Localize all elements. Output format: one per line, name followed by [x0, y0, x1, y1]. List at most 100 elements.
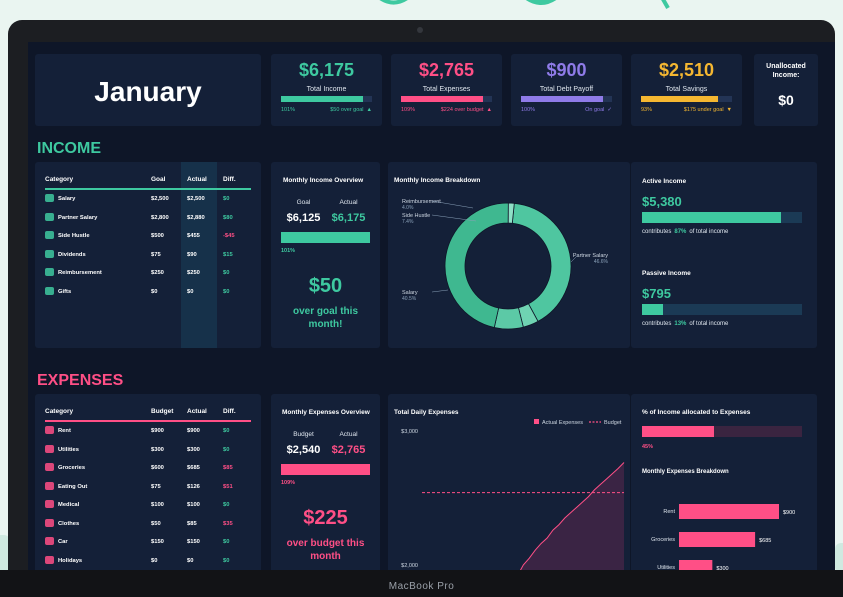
row-actual: $90 [187, 251, 197, 258]
table-header-cell: Category [45, 176, 74, 183]
month-card: January [35, 54, 261, 126]
income-donut-chart: Reimbursement4.0%Side Hustle7.4%Salary40… [402, 199, 609, 330]
row-goal: $2,500 [151, 196, 169, 202]
device-label: MacBook Pro [388, 581, 455, 592]
income-actual-label: Actual [339, 199, 358, 206]
expenses-breakdown-title: Monthly Expenses Breakdown [642, 469, 729, 475]
top-decoration [379, 0, 670, 9]
row-category: Eating Out [58, 483, 88, 490]
home-icon [45, 426, 54, 434]
income-over-text: over goal this month! [292, 306, 358, 330]
row-category: Utilities [58, 446, 79, 453]
table-row: Rent $900 $900 $0 [45, 424, 251, 438]
month-title: January [94, 76, 202, 107]
row-diff: $35 [223, 520, 233, 527]
expenses-table: Category Budget Actual Diff. Rent $900 $900 $0 U… [45, 404, 251, 590]
table-row: Groceries $600 $685 $85 [45, 461, 251, 475]
income-section-title: INCOME [37, 140, 101, 157]
receipt-icon [45, 268, 54, 276]
table-header-cell: Budget [151, 408, 174, 415]
camera-icon [417, 27, 423, 33]
breakdown-value-label: $685 [759, 538, 771, 544]
table-header-cell: Actual [187, 176, 207, 183]
breakdown-category-label: Groceries [651, 537, 675, 543]
expenses-overview-title: Monthly Expenses Overview [282, 409, 370, 416]
row-actual: $455 [187, 233, 200, 239]
table-header: Category Budget Actual Diff. [45, 404, 251, 420]
breakdown-value-label: $900 [783, 510, 795, 516]
row-category: Gifts [58, 288, 72, 295]
table-header: Category Goal Actual Diff. [45, 172, 251, 188]
active-income-bar [642, 212, 802, 223]
kpi-progress-fill [401, 96, 483, 102]
dashboard-screen: January $6,175 Total Income 101% $50 over g… [28, 42, 835, 590]
row-diff: $0 [223, 502, 230, 508]
row-category: Partner Salary [58, 214, 98, 221]
row-budget: $100 [151, 502, 164, 508]
kpi-progress-bar [641, 96, 732, 102]
income-over-value: $50 [308, 275, 343, 297]
passive-income-pct: 13% [674, 321, 687, 327]
table-header-cell: Diff. [223, 408, 236, 415]
plane-icon [45, 555, 54, 564]
shirt-icon [45, 518, 54, 527]
row-budget: $600 [151, 465, 164, 471]
expenses-over-text: over budget this month [286, 538, 365, 562]
expenses-overview-pct: 109% [281, 480, 296, 486]
legend-actual-swatch [534, 419, 539, 424]
table-header-cell: Actual [187, 408, 207, 415]
kpi-value: $6,175 [298, 60, 355, 80]
table-row: Gifts $0 $0 $0 [45, 285, 251, 299]
breakdown-category-label: Rent [663, 509, 675, 515]
briefcase-icon [45, 231, 54, 239]
kpi-status: $224 over budget ▲ [441, 107, 492, 113]
row-diff: $0 [223, 557, 230, 564]
table-row: Medical $100 $100 $0 [45, 498, 251, 512]
income-table: Category Goal Actual Diff. Salary $2,500 $2,50… [45, 172, 251, 342]
cart-icon [45, 463, 54, 471]
row-budget: $75 [151, 483, 161, 490]
table-header-cell: Goal [151, 176, 166, 183]
table-header-cell: Category [45, 408, 74, 415]
y-tick-label: $2,000 [401, 563, 418, 569]
row-diff: $85 [223, 465, 233, 471]
row-category: Side Hustle [58, 233, 90, 239]
row-goal: $0 [151, 288, 158, 295]
kpi-status: $175 under goal ▼ [684, 107, 732, 113]
row-category: Holidays [58, 557, 83, 564]
donut-leader-line [431, 289, 449, 293]
allocation-bar-fill [642, 426, 714, 437]
kpi-pct: 101% [281, 107, 296, 113]
income-overview-card: Monthly Income Overview Goal Actual $6,1… [271, 162, 380, 348]
kpi-pct: 93% [641, 107, 653, 113]
trend-arrow-icon: ▲ [486, 107, 492, 113]
row-budget: $0 [151, 557, 158, 564]
table-row: Utilities $300 $300 $0 [45, 443, 251, 457]
kpi-pct: 100% [521, 107, 536, 113]
daily-expenses-chart: $3,000 $2,000 Actual Expenses Budget [401, 419, 625, 590]
row-diff: $0 [223, 446, 230, 453]
row-actual: $85 [187, 520, 197, 527]
row-diff: $0 [223, 428, 230, 434]
trend-arrow-icon: ▲ [366, 107, 372, 113]
expenses-budget-label: Budget [293, 431, 314, 438]
passive-foot-a: contributes [642, 321, 672, 327]
laptop-frame: January $6,175 Total Income 101% $50 over g… [8, 20, 835, 597]
expenses-over-value: $225 [303, 507, 348, 529]
row-diff: $15 [223, 251, 233, 258]
passive-income-foot: contributes 13% of total income [642, 321, 728, 327]
table-row: Holidays $0 $0 $0 [45, 554, 251, 568]
row-category: Rent [58, 428, 71, 434]
row-category: Car [58, 539, 68, 545]
row-diff: $0 [223, 288, 230, 295]
unallocated-value: $0 [778, 92, 794, 108]
kpi-footer: 100% On goal ✓ [521, 107, 612, 113]
allocation-pct: 45% [642, 444, 654, 450]
expenses-progress-bar [281, 464, 370, 475]
table-header-divider [45, 188, 251, 190]
row-category: Groceries [58, 465, 86, 471]
kpi-card: $6,175 Total Income 101% $50 over goal ▲ [271, 54, 382, 126]
kpi-footer: 101% $50 over goal ▲ [281, 107, 372, 113]
legend-budget-label: Budget [604, 420, 622, 426]
table-row: Reimbursement $250 $250 $0 [45, 266, 251, 280]
